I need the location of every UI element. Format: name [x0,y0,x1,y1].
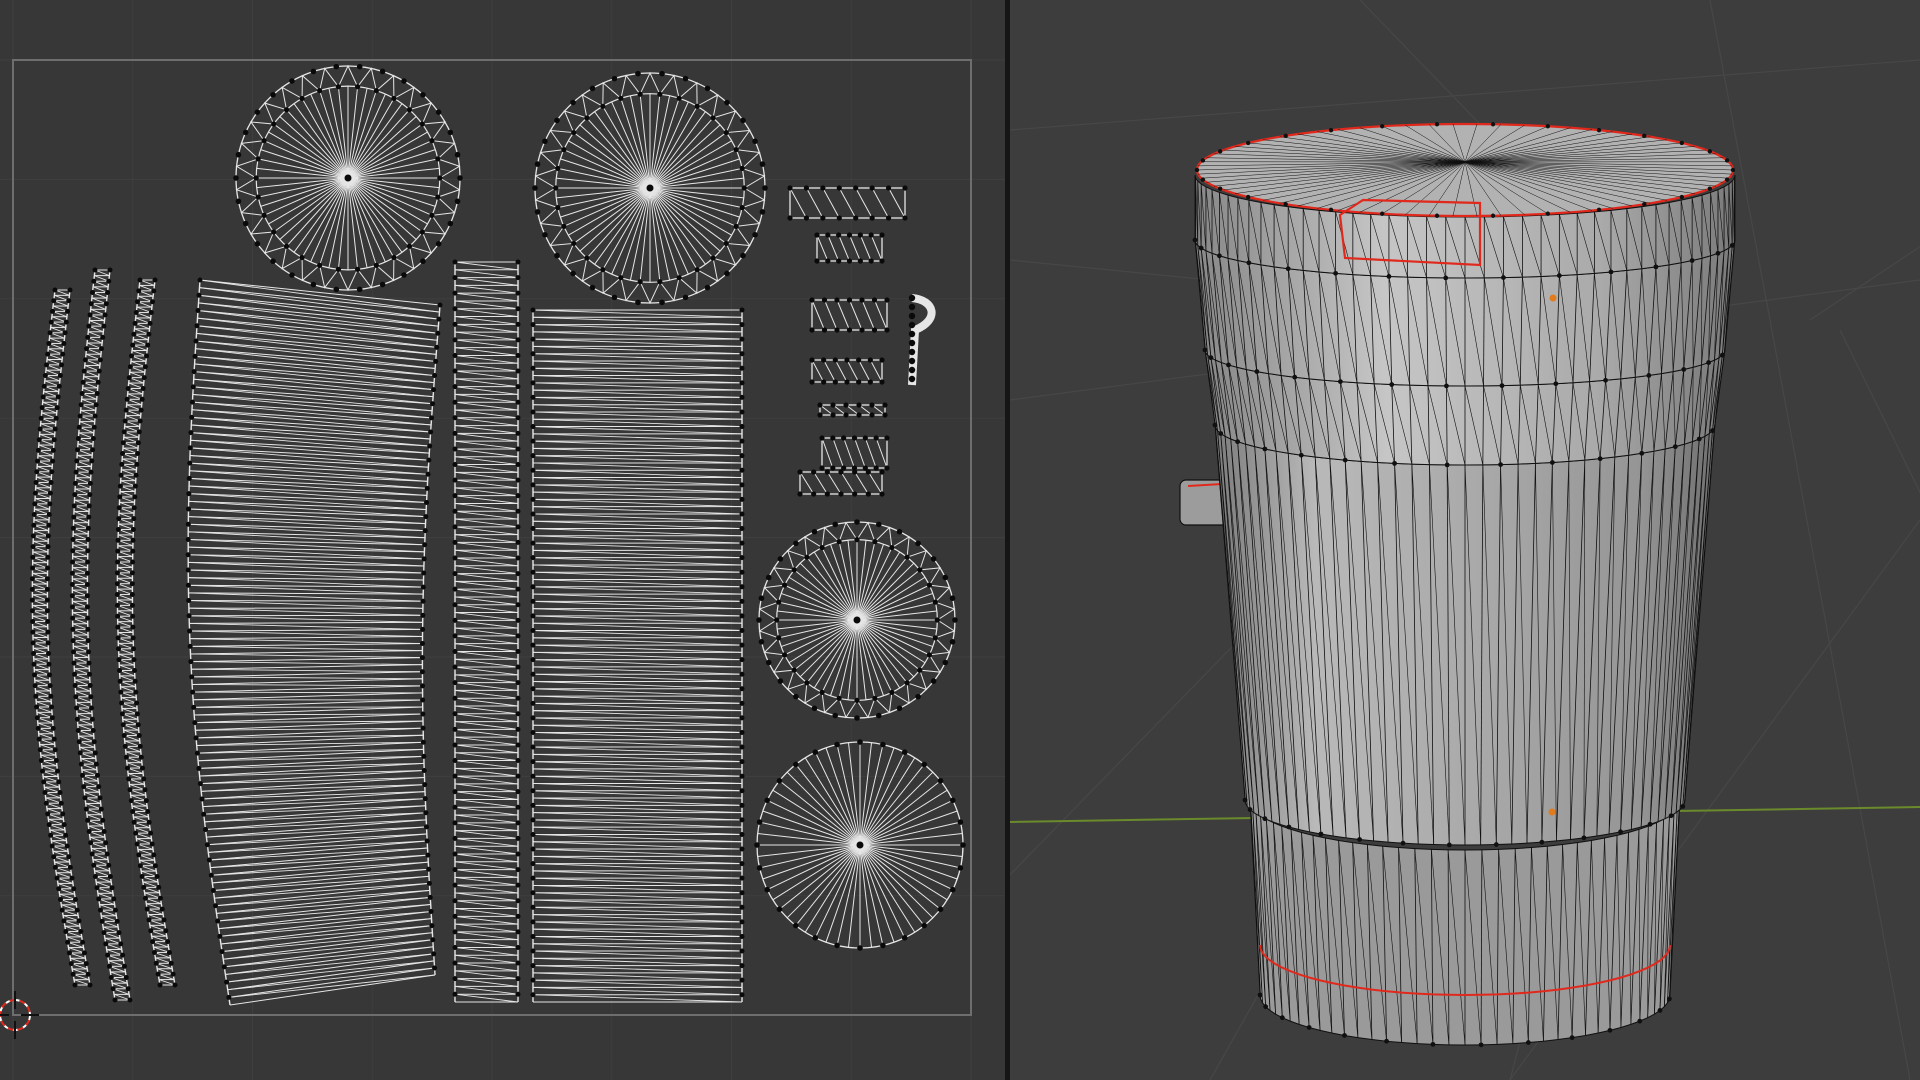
blender-window [0,0,1920,1080]
can-body[interactable] [1214,424,1716,848]
selected-vertex[interactable] [1548,808,1556,816]
uv-editor[interactable] [0,0,1005,1080]
uv-canvas[interactable] [0,0,1005,1080]
selected-vertex[interactable] [1549,294,1557,302]
3d-viewport[interactable] [1010,0,1920,1080]
viewport-canvas[interactable] [1010,0,1920,1080]
trash-can-mesh[interactable] [1179,122,1736,1048]
